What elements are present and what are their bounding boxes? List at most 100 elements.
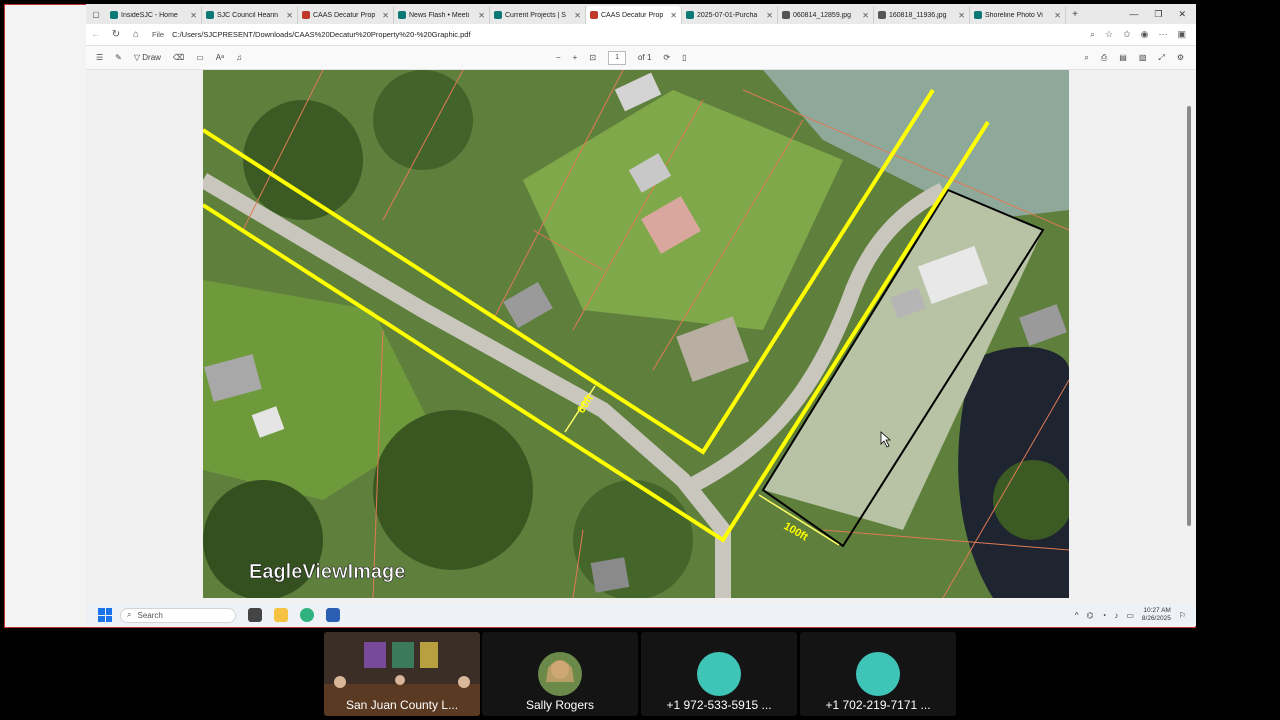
tab-title: 160818_11936.jpg <box>889 11 947 19</box>
browser-tab[interactable]: 160818_11936.jpg ✕ <box>874 6 970 24</box>
tab-close-icon[interactable]: ✕ <box>1054 11 1061 20</box>
browser-tab[interactable]: SJC Council Hearin ✕ <box>202 6 298 24</box>
pdf-page-aerial-map[interactable]: 60ft 100ft EagleViewImage <box>203 70 1069 598</box>
participant-name: +1 702-219-7171 ... <box>825 698 931 712</box>
file-scheme-label: File <box>152 30 165 39</box>
page-number-input[interactable]: 1 <box>608 50 627 65</box>
browser-tab[interactable]: InsideSJC - Home ✕ <box>106 6 202 24</box>
new-tab-button[interactable]: + <box>1066 9 1084 20</box>
taskbar-search-box[interactable]: ⌕ Search <box>120 607 236 623</box>
draw-button[interactable]: ▽ Draw <box>134 53 161 62</box>
browser-tab[interactable]: CAAS Decatur Prop ✕ <box>298 6 394 24</box>
read-aloud-icon[interactable]: ♫ <box>236 53 242 62</box>
participant-tile[interactable]: +1 702-219-7171 ... <box>800 632 956 716</box>
participant-name: Sally Rogers <box>525 698 595 712</box>
search-icon: ⌕ <box>127 610 132 619</box>
participant-tile[interactable]: Sally Rogers <box>482 632 638 716</box>
back-icon[interactable]: ← <box>86 29 106 40</box>
tab-title: 060814_12859.jpg <box>793 11 852 19</box>
clock-date: 8/26/2025 <box>1141 615 1171 622</box>
more-menu-icon[interactable]: ⋯ <box>1158 29 1167 40</box>
speaker-icon[interactable]: ♪ <box>1114 611 1118 620</box>
tab-favicon-icon <box>206 11 214 19</box>
favorite-star-icon[interactable]: ☆ <box>1105 29 1113 40</box>
zoom-icon[interactable]: ⌕ <box>1090 29 1095 40</box>
sidebar-icon[interactable]: ▣ <box>1177 29 1186 40</box>
highlight-icon[interactable]: ✎ <box>115 53 122 62</box>
tab-actions-icon[interactable]: ▢ <box>86 10 106 19</box>
notification-icon[interactable]: ⚐ <box>1179 611 1186 620</box>
zoom-in-icon[interactable]: + <box>573 53 578 62</box>
screen-share-stage: ▢ InsideSJC - Home ✕ SJC Council Hearin ✕ CA… <box>0 0 1280 720</box>
profile-icon[interactable]: ◉ <box>1141 29 1149 40</box>
tab-favicon-icon <box>782 11 790 19</box>
refresh-icon[interactable]: ↻ <box>106 29 126 40</box>
window-controls: — ❐ ✕ <box>1129 9 1196 20</box>
clock-time: 10:27 AM <box>1143 607 1171 614</box>
tab-close-icon[interactable]: ✕ <box>286 11 293 20</box>
page-view-icon[interactable]: ▯ <box>682 53 686 62</box>
tab-close-icon[interactable]: ✕ <box>958 11 965 20</box>
tab-strip: ▢ InsideSJC - Home ✕ SJC Council Hearin ✕ CA… <box>86 4 1196 24</box>
browser-tab[interactable]: 060814_12859.jpg ✕ <box>778 6 874 24</box>
tab-close-icon[interactable]: ✕ <box>766 11 773 20</box>
page-total: of 1 <box>638 53 652 62</box>
network-icon[interactable]: ⌬ <box>1087 611 1094 620</box>
tab-title: CAAS Decatur Prop <box>601 11 664 19</box>
save-as-icon[interactable]: ▧ <box>1139 53 1147 63</box>
tab-close-icon[interactable]: ✕ <box>478 11 485 20</box>
fit-page-icon[interactable]: ⊡ <box>589 53 596 62</box>
tab-title: Current Projects | S <box>505 11 566 19</box>
zoom-out-icon[interactable]: − <box>556 53 561 62</box>
tree-cluster <box>373 70 473 170</box>
participant-name: San Juan County L... <box>345 698 459 712</box>
tab-favicon-icon <box>590 11 598 19</box>
windows-start-icon[interactable] <box>98 608 112 622</box>
add-text-icon[interactable]: Aᵃ <box>216 53 224 62</box>
tab-close-icon[interactable]: ✕ <box>670 11 677 20</box>
save-icon[interactable]: ▤ <box>1119 53 1127 63</box>
participant-tile[interactable]: +1 972-533-5915 ... <box>641 632 797 716</box>
task-view-icon[interactable] <box>248 608 262 622</box>
tree-cluster <box>243 100 363 220</box>
browser-tab[interactable]: CAAS Decatur Prop ✕ <box>586 6 682 24</box>
tab-close-icon[interactable]: ✕ <box>190 11 197 20</box>
tab-close-icon[interactable]: ✕ <box>574 11 581 20</box>
text-box-icon[interactable]: ▭ <box>196 53 204 62</box>
home-icon[interactable]: ⌂ <box>126 29 146 40</box>
minimize-icon[interactable]: — <box>1129 9 1138 20</box>
browser-tab[interactable]: Shoreline Photo Vi ✕ <box>970 6 1066 24</box>
taskbar-clock[interactable]: 10:27 AM 8/26/2025 <box>1142 607 1171 623</box>
tab-close-icon[interactable]: ✕ <box>862 11 869 20</box>
eraser-icon[interactable]: ⌫ <box>173 53 184 62</box>
outlook-icon[interactable] <box>326 608 340 622</box>
file-explorer-icon[interactable] <box>274 608 288 622</box>
tab-title: SJC Council Hearin <box>217 11 279 19</box>
browser-tab[interactable]: Current Projects | S ✕ <box>490 6 586 24</box>
fullscreen-icon[interactable]: ⤢ <box>1158 53 1164 63</box>
browser-window: ▢ InsideSJC - Home ✕ SJC Council Hearin ✕ CA… <box>86 4 1196 604</box>
scrollbar-thumb[interactable] <box>1187 106 1191 526</box>
battery-icon[interactable]: ▭ <box>1126 611 1134 620</box>
tray-chevron-icon[interactable]: ^ <box>1075 611 1079 620</box>
rotate-icon[interactable]: ⟳ <box>663 53 670 62</box>
favorites-icon[interactable]: ✩ <box>1123 29 1131 40</box>
browser-tab[interactable]: 2025-07-01-Purcha ✕ <box>682 6 778 24</box>
url-input[interactable]: C:/Users/SJCPRESENT/Downloads/CAAS%20Dec… <box>172 30 1090 39</box>
print-icon[interactable]: ⎙ <box>1101 53 1107 63</box>
tab-title: Shoreline Photo Vi <box>985 11 1043 19</box>
search-icon[interactable]: ⌕ <box>1084 53 1088 63</box>
settings-gear-icon[interactable]: ⚙ <box>1177 53 1184 63</box>
tab-close-icon[interactable]: ✕ <box>382 11 389 20</box>
tree-cluster <box>373 410 533 570</box>
wifi-icon[interactable]: ◔ <box>1102 611 1107 620</box>
participant-name: +1 972-533-5915 ... <box>666 698 772 712</box>
close-window-icon[interactable]: ✕ <box>1178 9 1186 20</box>
default-avatar-icon <box>856 652 900 696</box>
vertical-scrollbar[interactable] <box>1186 74 1192 594</box>
browser-tab[interactable]: News Flash • Meeti ✕ <box>394 6 490 24</box>
restore-icon[interactable]: ❐ <box>1154 9 1162 20</box>
participant-tile[interactable]: San Juan County L... <box>324 632 480 716</box>
edge-browser-icon[interactable] <box>300 608 314 622</box>
contents-icon[interactable]: ☰ <box>96 53 103 62</box>
